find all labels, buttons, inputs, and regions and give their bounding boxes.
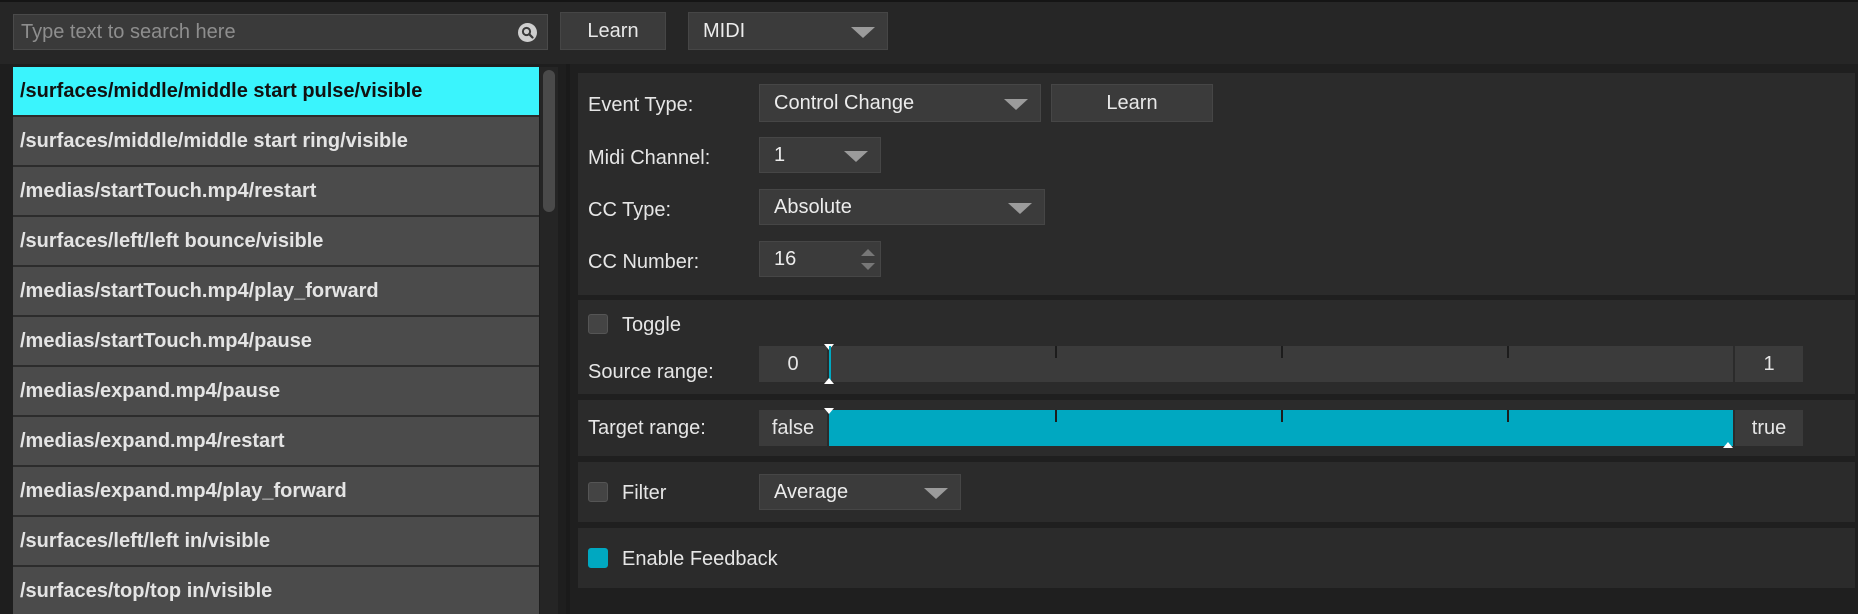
chevron-down-icon [1008,203,1032,214]
toolbar: Learn MIDI [0,0,1858,64]
slider-tick [1507,410,1509,422]
list-item[interactable]: /surfaces/top/top in/visible [13,567,539,614]
midi-settings-section: Event Type: Control Change Learn Midi Ch… [578,73,1855,295]
chevron-down-icon [851,27,875,38]
list-item[interactable]: /medias/startTouch.mp4/pause [13,317,539,367]
filter-mode-value: Average [774,481,849,503]
slider-tick [1055,410,1057,422]
target-range-min-handle[interactable] [824,408,834,414]
filter-section: Filter Average [578,462,1855,522]
toggle-label: Toggle [622,314,681,336]
midi-channel-value: 1 [774,144,786,166]
list-item[interactable]: /medias/startTouch.mp4/restart [13,167,539,217]
search-box [13,14,548,50]
target-range-max-handle[interactable] [1723,442,1733,448]
source-min-value[interactable]: 0 [759,346,827,382]
list-item[interactable]: /surfaces/middle/middle start ring/visib… [13,117,539,167]
enable-feedback-checkbox[interactable] [588,548,608,568]
enable-feedback-label: Enable Feedback [622,548,778,570]
search-icon[interactable] [518,23,537,42]
parameter-list-panel: /surfaces/middle/middle start pulse/visi… [0,64,566,614]
slider-tick [1055,346,1057,358]
source-range-fill [829,346,831,382]
cc-number-label: CC Number: [588,251,700,273]
list-item[interactable]: /surfaces/middle/middle start pulse/visi… [13,67,539,117]
feedback-section: Enable Feedback [578,528,1855,588]
slider-tick [1281,410,1283,422]
list-item[interactable]: /medias/expand.mp4/pause [13,367,539,417]
target-range-slider[interactable] [824,408,1733,448]
cc-number-stepper[interactable]: 16 [759,241,881,277]
target-range-label: Target range: [588,417,706,439]
event-type-dropdown[interactable]: Control Change [759,84,1041,122]
source-range-label: Source range: [588,361,714,383]
target-range-section: Target range: false true [578,400,1855,456]
protocol-value: MIDI [703,20,746,42]
slider-tick [1507,346,1509,358]
filter-mode-dropdown[interactable]: Average [759,474,961,510]
source-range-section: Toggle Source range: 0 1 [578,300,1855,394]
cc-type-label: CC Type: [588,199,671,221]
toggle-checkbox[interactable] [588,314,608,334]
cc-type-dropdown[interactable]: Absolute [759,189,1045,225]
list-scrollbar[interactable] [540,67,558,614]
source-max-value[interactable]: 1 [1735,346,1803,382]
filter-checkbox[interactable] [588,482,608,502]
midi-learn-button[interactable]: Learn [1051,84,1213,122]
learn-button[interactable]: Learn [560,12,666,50]
midi-channel-dropdown[interactable]: 1 [759,137,881,173]
cc-type-value: Absolute [774,196,852,218]
list-item[interactable]: /medias/startTouch.mp4/play_forward [13,267,539,317]
filter-label: Filter [622,482,667,504]
slider-tick [1281,346,1283,358]
midi-channel-label: Midi Channel: [588,147,711,169]
mapping-panel: Event Type: Control Change Learn Midi Ch… [570,64,1858,614]
list-item[interactable]: /medias/expand.mp4/restart [13,417,539,467]
chevron-down-icon [924,488,948,499]
list-item[interactable]: /surfaces/left/left in/visible [13,517,539,567]
target-max-value[interactable]: true [1735,410,1803,446]
event-type-value: Control Change [774,92,915,114]
parameter-list: /surfaces/middle/middle start pulse/visi… [13,67,539,614]
chevron-down-icon [844,151,868,162]
list-item[interactable]: /medias/expand.mp4/play_forward [13,467,539,517]
stepper-down-icon[interactable] [861,263,875,270]
source-range-max-handle[interactable] [824,378,834,384]
chevron-down-icon [1004,99,1028,110]
target-min-value[interactable]: false [759,410,827,446]
cc-number-value: 16 [774,248,797,270]
source-range-slider[interactable] [824,344,1733,384]
search-input[interactable] [14,15,504,49]
scrollbar-thumb[interactable] [543,70,555,212]
protocol-dropdown[interactable]: MIDI [688,12,888,50]
list-item[interactable]: /surfaces/left/left bounce/visible [13,217,539,267]
stepper-up-icon[interactable] [861,249,875,256]
event-type-label: Event Type: [588,94,694,116]
